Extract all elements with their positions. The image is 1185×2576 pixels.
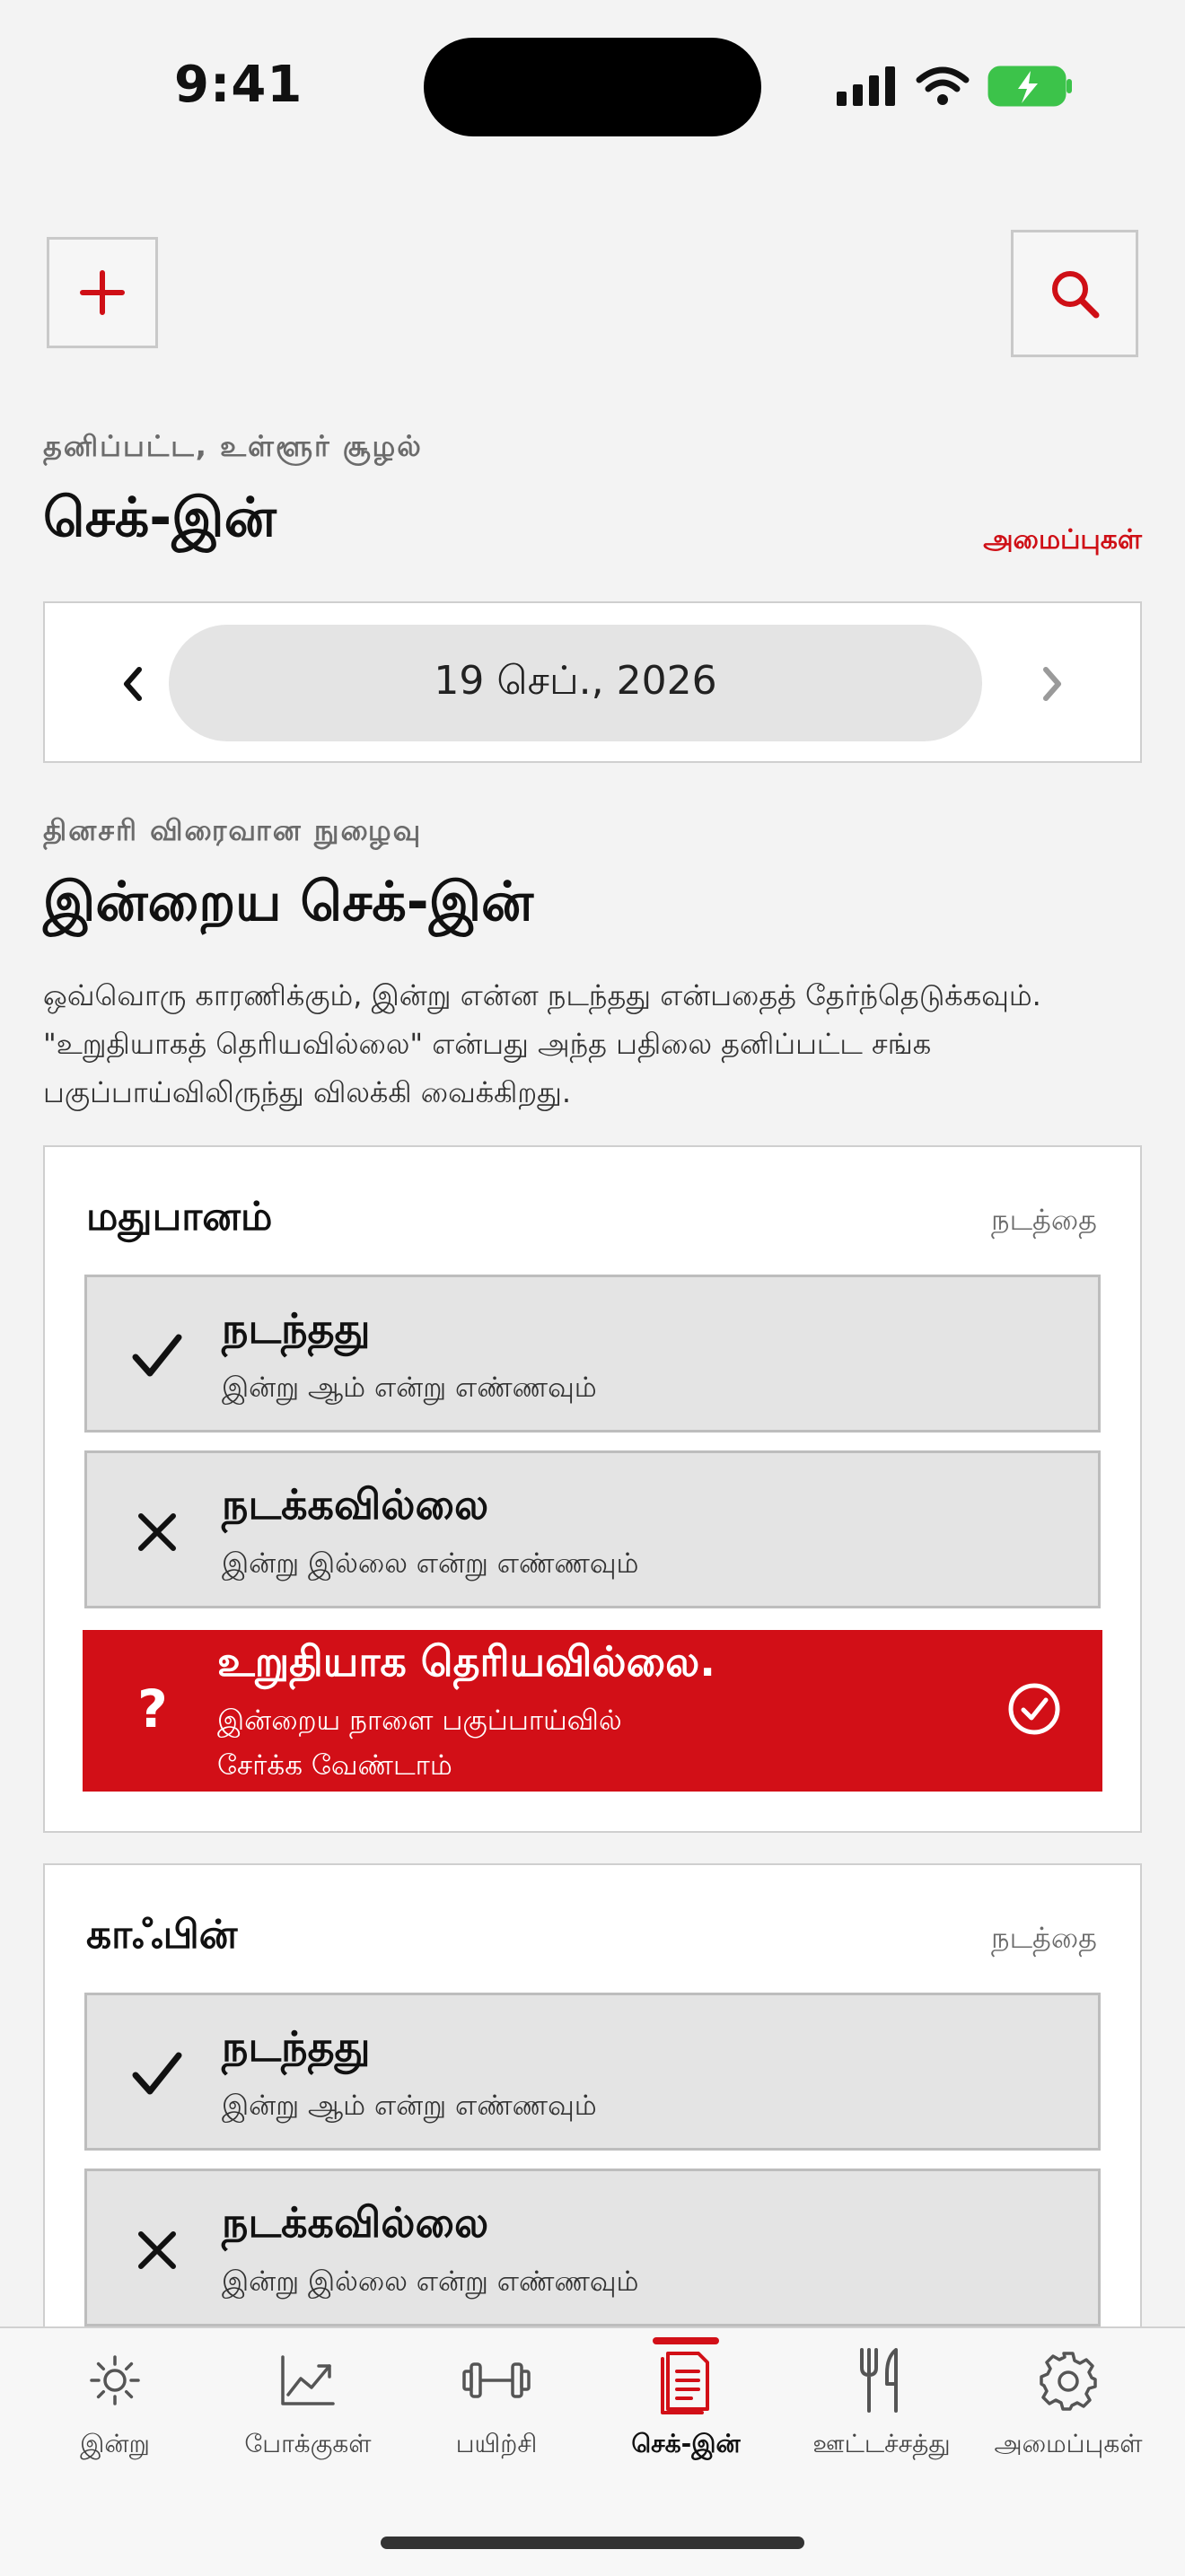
status-time: 9:41 (174, 56, 303, 114)
battery-charging-icon (988, 66, 1072, 107)
section-description: ஒவ்வொரு காரணிக்கும், இன்று என்ன நடந்தது … (43, 978, 1041, 1109)
option-title: நடந்தது (222, 2022, 371, 2071)
option-title: நடந்தது (222, 1304, 371, 1353)
x-mark-icon (128, 1503, 186, 1561)
tab-label: செக்-இன் (631, 2429, 741, 2458)
option-subtitle: இன்று ஆம் என்று எண்ணவும் (222, 1371, 597, 1404)
section-title: இன்றைய செக்-இன் (43, 871, 534, 933)
factor-card-caffeine: காஃபின் நடத்தை நடந்தது இன்று ஆம் என்று எ… (43, 1863, 1142, 2366)
selected-check-circle-icon (1005, 1680, 1063, 1738)
status-icons (837, 61, 1074, 111)
selected-date: 19 செப்., 2026 (434, 657, 717, 704)
tab-label: ஊட்டச்சத்து (812, 2429, 951, 2458)
dynamic-island (424, 38, 761, 136)
option-not-sure[interactable]: ? உறுதியாக தெரியவில்லை. இன்றைய நாளை பகுப… (83, 1630, 1102, 1792)
date-picker[interactable]: 19 செப்., 2026 (169, 625, 982, 741)
option-title: உறுதியாக தெரியவில்லை. (217, 1637, 715, 1686)
section-eyebrow: தினசரி விரைவான நுழைவு (43, 813, 423, 847)
fork-knife-icon (846, 2344, 917, 2416)
factor-name: காஃபின் (86, 1912, 238, 1958)
question-mark-icon: ? (137, 1678, 168, 1739)
chevron-right-icon (1043, 667, 1061, 701)
option-title: நடக்கவில்லை (222, 1480, 489, 1529)
x-mark-icon (128, 2221, 186, 2279)
page-title: செக்-இன் (43, 486, 276, 549)
search-button[interactable] (1011, 230, 1138, 357)
factor-card-alcohol: மதுபானம் நடத்தை நடந்தது இன்று ஆம் என்று … (43, 1145, 1142, 1833)
cellular-signal-icon (837, 66, 895, 106)
checkmark-icon (128, 1327, 186, 1385)
tab-trends[interactable]: போக்குகள் (209, 2328, 407, 2499)
factor-category[interactable]: நடத்தை (991, 1921, 1097, 1958)
dumbbell-icon (461, 2344, 532, 2416)
tab-label: இன்று (80, 2429, 150, 2458)
trend-chart-icon (272, 2344, 344, 2416)
option-subtitle-line2: சேர்க்க வேண்டாம் (217, 1749, 452, 1782)
tab-today[interactable]: இன்று (16, 2328, 214, 2499)
checkin-clipboard-icon (650, 2344, 722, 2416)
wifi-icon (916, 66, 970, 105)
tab-settings[interactable]: அமைப்புகள் (970, 2328, 1167, 2499)
factor-category[interactable]: நடத்தை (991, 1203, 1097, 1240)
settings-link[interactable]: அமைப்புகள் (983, 524, 1142, 559)
option-subtitle: இன்று இல்லை என்று எண்ணவும் (222, 2265, 639, 2298)
option-subtitle-line1: இன்றைய நாளை பகுப்பாய்வில் (217, 1704, 622, 1737)
tab-label: போக்குகள் (244, 2429, 372, 2458)
tab-nutrition[interactable]: ஊட்டச்சத்து (783, 2328, 980, 2499)
plus-icon (80, 270, 125, 315)
gear-icon (1032, 2344, 1104, 2416)
option-did-not-happen[interactable]: நடக்கவில்லை இன்று இல்லை என்று எண்ணவும் (84, 2169, 1101, 2326)
option-title: நடக்கவில்லை (222, 2198, 489, 2247)
home-indicator (381, 2537, 804, 2549)
checkmark-icon (128, 2046, 186, 2103)
option-subtitle: இன்று ஆம் என்று எண்ணவும் (222, 2090, 597, 2122)
tab-label: அமைப்புகள் (994, 2429, 1143, 2458)
context-label: தனிப்பட்ட, உள்ளூர் சூழல் (43, 429, 423, 463)
option-subtitle: இன்று இல்லை என்று எண்ணவும் (222, 1547, 639, 1580)
tab-training[interactable]: பயிற்சி (398, 2328, 595, 2499)
next-day-button[interactable] (1025, 657, 1079, 711)
option-happened[interactable]: நடந்தது இன்று ஆம் என்று எண்ணவும் (84, 1275, 1101, 1433)
option-happened[interactable]: நடந்தது இன்று ஆம் என்று எண்ணவும் (84, 1993, 1101, 2151)
date-navigator: 19 செப்., 2026 (43, 601, 1142, 763)
option-did-not-happen[interactable]: நடக்கவில்லை இன்று இல்லை என்று எண்ணவும் (84, 1450, 1101, 1608)
factor-name: மதுபானம் (86, 1194, 273, 1240)
previous-day-button[interactable] (106, 657, 160, 711)
active-tab-indicator (653, 2337, 719, 2344)
search-icon (1052, 271, 1100, 319)
add-button[interactable] (47, 237, 158, 348)
chevron-left-icon (124, 667, 142, 701)
tab-label: பயிற்சி (455, 2429, 538, 2458)
tab-checkin[interactable]: செக்-இன் (587, 2328, 785, 2499)
sun-icon (79, 2344, 151, 2416)
